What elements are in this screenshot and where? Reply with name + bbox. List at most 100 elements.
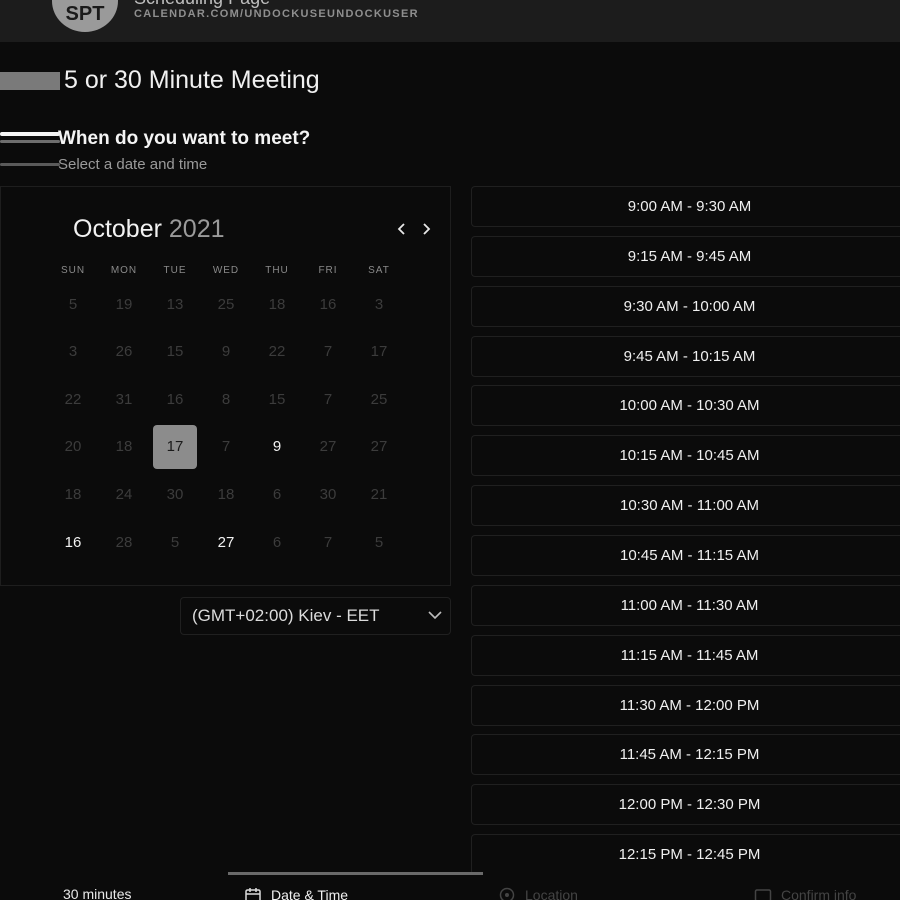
time-slot-button[interactable]: 12:15 PM - 12:45 PM (471, 834, 900, 876)
calendar-day: 20 (64, 438, 82, 456)
time-slot-button[interactable]: 10:30 AM - 11:00 AM (471, 485, 900, 527)
calendar-day: 16 (166, 390, 184, 408)
calendar-day: 15 (166, 343, 184, 361)
calendar-day: 30 (319, 485, 337, 503)
time-slot-label: 9:15 AM - 9:45 AM (627, 247, 752, 265)
step-confirm[interactable]: Confirm info (754, 886, 856, 900)
weekday-header: SAT (368, 265, 390, 276)
time-slot-label: 12:00 PM - 12:30 PM (618, 796, 761, 814)
avatar: SPT (52, 0, 118, 32)
calendar-month: October (73, 215, 162, 243)
calendar-day: 25 (370, 390, 388, 408)
location-pin-icon (499, 887, 515, 900)
calendar-day: 30 (166, 485, 184, 503)
calendar-year: 2021 (168, 215, 225, 243)
avatar-initials: SPT (65, 3, 105, 25)
step-date-time[interactable]: Date & Time (244, 886, 348, 900)
calendar-day: 25 (217, 295, 235, 313)
time-slot-button[interactable]: 9:00 AM - 9:30 AM (471, 186, 900, 227)
time-slot-button[interactable]: 11:30 AM - 12:00 PM (471, 684, 900, 726)
calendar-day: 5 (68, 295, 78, 313)
calendar-day: 18 (115, 438, 133, 456)
calendar-day: 9 (221, 343, 231, 361)
calendar-day: 5 (170, 533, 180, 551)
calendar-day: 18 (217, 485, 235, 503)
calendar-day: 27 (370, 438, 388, 456)
calendar-day[interactable]: 9 (255, 425, 299, 469)
calendar-day: 28 (115, 533, 133, 551)
calendar-day: 31 (115, 390, 133, 408)
calendar-day: 3 (374, 295, 384, 313)
time-slot-label: 10:15 AM - 10:45 AM (619, 447, 760, 465)
weekday-header: THU (265, 265, 289, 276)
chevron-right-icon (423, 223, 431, 235)
calendar-day: 7 (323, 390, 333, 408)
calendar-day: 5 (374, 533, 384, 551)
weekday-header: FRI (318, 265, 338, 276)
decor-bar (0, 132, 60, 136)
next-month-button[interactable] (415, 215, 437, 243)
calendar-day: 8 (221, 390, 231, 408)
time-slot-button[interactable]: 11:45 AM - 12:15 PM (471, 734, 900, 776)
calendar-day: 17 (370, 343, 388, 361)
step-date-time-label: Date & Time (271, 887, 349, 900)
calendar-day: 22 (268, 343, 286, 361)
time-slot-button[interactable]: 10:45 AM - 11:15 AM (471, 534, 900, 576)
timezone-value: (GMT+02:00) Kiev - EET (192, 606, 380, 625)
event-title: 5 or 30 Minute Meeting (64, 66, 320, 94)
time-slot-button[interactable]: 11:15 AM - 11:45 AM (471, 634, 900, 676)
weekday-header: WED (212, 265, 240, 276)
back-button[interactable] (0, 72, 60, 90)
calendar-day: 24 (115, 485, 133, 503)
time-slot-label: 11:45 AM - 12:15 PM (619, 746, 760, 764)
question-heading: When do you want to meet? (58, 128, 311, 149)
calendar-icon (245, 888, 261, 900)
weekday-header: SUN (60, 265, 86, 276)
calendar-day: 18 (268, 295, 286, 313)
timezone-select[interactable]: (GMT+02:00) Kiev - EET (180, 597, 451, 635)
step-duration-label: 30 minutes (63, 886, 132, 900)
time-slot-label: 10:00 AM - 10:30 AM (619, 397, 760, 415)
time-slot-label: 10:30 AM - 11:00 AM (620, 497, 759, 515)
time-slot-label: 9:00 AM - 9:30 AM (627, 198, 752, 215)
chevron-down-icon (428, 611, 442, 620)
time-slot-label: 9:45 AM - 10:15 AM (623, 347, 756, 365)
active-step-indicator (228, 872, 483, 875)
prev-month-button[interactable] (391, 215, 413, 243)
decor-bar (0, 163, 60, 166)
calendar-day: 26 (115, 343, 133, 361)
time-slot-button[interactable]: 11:00 AM - 11:30 AM (471, 584, 900, 626)
calendar-day: 21 (370, 485, 388, 503)
calendar-day: 6 (272, 485, 282, 503)
time-slot-button[interactable]: 9:30 AM - 10:00 AM (471, 285, 900, 327)
brand-url[interactable]: CALENDAR.COM/UNDOCKUSEUNDOCKUSER (134, 8, 419, 20)
calendar-day[interactable]: 16 (51, 520, 95, 564)
calendar-day: 16 (319, 295, 337, 313)
calendar-day: 18 (64, 485, 82, 503)
calendar-panel: October 2021 SUN MON TUE WED THU FRI SAT 5 19 13 2… (0, 186, 451, 586)
time-slot-button[interactable]: 10:15 AM - 10:45 AM (471, 435, 900, 477)
time-slot-button[interactable]: 12:00 PM - 12:30 PM (471, 784, 900, 826)
id-card-icon (754, 889, 772, 900)
step-nav: 30 minutes Date & Time Location Confirm … (0, 872, 900, 900)
calendar-day: 3 (68, 343, 78, 361)
time-slot-label: 10:45 AM - 11:15 AM (620, 546, 759, 564)
time-slot-button[interactable]: 9:15 AM - 9:45 AM (471, 235, 900, 277)
calendar-day[interactable]: 27 (204, 520, 248, 564)
calendar-month-year: October 2021 (73, 215, 225, 244)
time-slot-label: 11:15 AM - 11:45 AM (620, 646, 759, 664)
question-subtext: Select a date and time (58, 156, 208, 173)
time-slot-button[interactable]: 10:00 AM - 10:30 AM (471, 385, 900, 427)
step-confirm-label: Confirm info (781, 887, 857, 900)
calendar-day: 7 (221, 438, 231, 456)
top-bar: SPT Scheduling Page CALENDAR.COM/UNDOCKU… (0, 0, 900, 42)
step-duration[interactable]: 30 minutes (63, 886, 131, 900)
time-slot-label: 9:30 AM - 10:00 AM (623, 297, 756, 315)
step-location-label: Location (525, 887, 578, 900)
time-slot-label: 11:00 AM - 11:30 AM (620, 596, 759, 614)
time-slot-label: 12:15 PM - 12:45 PM (618, 846, 761, 864)
step-location[interactable]: Location (498, 886, 578, 900)
time-slot-button[interactable]: 9:45 AM - 10:15 AM (471, 335, 900, 377)
calendar-day: 6 (272, 533, 282, 551)
calendar-day-selected[interactable]: 17 (153, 424, 197, 469)
